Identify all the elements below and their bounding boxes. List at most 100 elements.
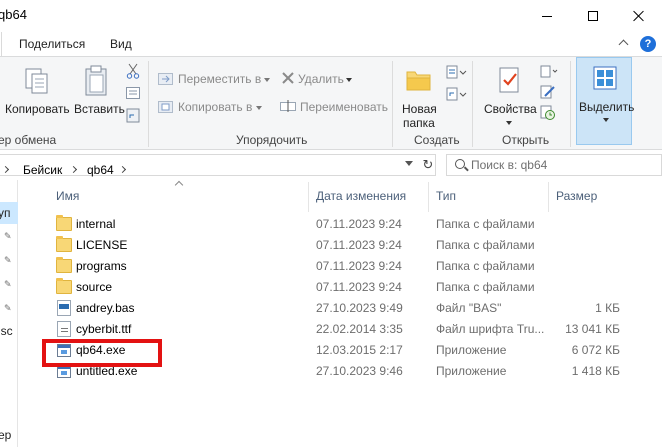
ribbon: Копировать Вставить ер обмена Переместит… [0, 56, 662, 150]
tab-view[interactable]: Вид [110, 37, 132, 51]
rename-button[interactable]: Переименовать [278, 97, 388, 117]
pin-icon: ✎ [4, 231, 12, 241]
file-date: 22.02.2014 3:35 [316, 322, 403, 336]
bas-file-icon [57, 300, 71, 316]
column-divider[interactable] [428, 182, 429, 212]
delete-icon [282, 72, 294, 84]
search-placeholder: Поиск в: qb64 [471, 158, 548, 172]
rename-icon [280, 100, 296, 112]
pin-icon: ✎ [4, 303, 12, 313]
maximize-icon [588, 11, 598, 21]
navigation-pane: уп ✎ ✎ ✎ ✎ jsc ер [0, 180, 18, 447]
file-size: 1 КБ [595, 301, 620, 315]
highlight-box [42, 339, 162, 367]
ribbon-separator [472, 61, 473, 147]
edit-icon[interactable] [540, 85, 556, 99]
file-date: 12.03.2015 2:17 [316, 343, 403, 357]
file-size: 6 072 КБ [571, 343, 620, 357]
nav-item[interactable]: ер [0, 428, 11, 442]
file-row[interactable]: cyberbit.ttf 22.02.2014 3:35 Файл шрифта… [18, 319, 662, 340]
nav-item[interactable]: уп [0, 206, 11, 220]
cut-icon[interactable] [126, 63, 140, 79]
copy-to-icon [158, 101, 173, 113]
new-folder-label-line1: Новая [402, 102, 437, 116]
minimize-icon [542, 15, 552, 17]
copy-button[interactable]: Копировать [4, 61, 70, 117]
properties-button[interactable]: Свойства [478, 61, 540, 127]
column-divider[interactable] [308, 182, 309, 212]
file-date: 27.10.2023 9:46 [316, 364, 403, 378]
column-header-size[interactable]: Размер [556, 189, 597, 203]
file-date: 07.11.2023 9:24 [316, 280, 402, 294]
open-icon[interactable] [540, 65, 560, 79]
breadcrumb-item[interactable]: Бейсик [23, 163, 62, 177]
tab-separator [0, 32, 2, 56]
file-name: source [76, 280, 113, 294]
tab-share[interactable]: Поделиться [19, 37, 85, 51]
chevron-right-icon [118, 165, 127, 174]
file-row[interactable]: internal 07.11.2023 9:24 Папка с файлами [18, 214, 662, 235]
copy-to-button[interactable]: Копировать в [156, 97, 268, 117]
breadcrumb-item[interactable]: qb64 [87, 163, 114, 177]
new-folder-icon [406, 71, 431, 91]
select-icon [593, 66, 617, 90]
create-group-label: Создать [414, 133, 460, 147]
copy-icon [25, 68, 48, 94]
file-type: Файл "BAS" [436, 301, 502, 315]
paste-shortcut-icon[interactable] [126, 107, 140, 123]
file-type: Приложение [436, 343, 507, 357]
address-bar-row: Бейсик qb64 ↻ Поиск в: qb64 [0, 150, 662, 180]
properties-dropdown-icon [506, 121, 512, 125]
move-to-icon [158, 73, 173, 85]
delete-button[interactable]: Удалить [278, 69, 358, 89]
address-bar[interactable]: Бейсик qb64 [0, 154, 436, 177]
file-name: programs [76, 259, 127, 273]
delete-label: Удалить [298, 72, 344, 86]
file-row[interactable]: source 07.11.2023 9:24 Папка с файлами [18, 277, 662, 298]
file-row[interactable]: andrey.bas 27.10.2023 9:49 Файл "BAS" 1 … [18, 298, 662, 319]
history-icon[interactable] [540, 105, 556, 121]
title-bar: qb64 [0, 0, 662, 32]
move-to-button[interactable]: Переместить в [156, 69, 270, 89]
delete-dropdown-icon [346, 78, 352, 82]
maximize-button[interactable] [570, 0, 616, 32]
file-size: 1 418 КБ [571, 364, 620, 378]
move-to-label: Переместить в [178, 72, 262, 86]
file-list: Имя Дата изменения Тип Размер internal 0… [18, 180, 662, 447]
file-date: 07.11.2023 9:24 [316, 238, 402, 252]
folder-icon [56, 257, 72, 273]
properties-icon [499, 67, 519, 93]
copy-label: Копировать [5, 102, 70, 116]
paste-button[interactable]: Вставить [72, 61, 125, 117]
open-group-label: Открыть [502, 133, 550, 147]
column-divider[interactable] [548, 182, 549, 212]
clipboard-group-label: ер обмена [0, 133, 57, 147]
new-folder-button[interactable]: Новая папка [398, 61, 442, 130]
sort-ascending-icon [174, 180, 184, 190]
search-box[interactable]: Поиск в: qb64 [446, 154, 662, 176]
column-header-name[interactable]: Имя [56, 189, 79, 203]
column-header-type[interactable]: Тип [436, 189, 456, 203]
refresh-icon[interactable]: ↻ [420, 157, 436, 173]
nav-item[interactable]: jsc [0, 324, 13, 338]
ribbon-separator [392, 61, 393, 147]
paste-label: Вставить [74, 102, 125, 116]
chevron-right-icon [1, 165, 10, 174]
collapse-ribbon-icon[interactable] [618, 39, 629, 50]
file-row[interactable]: programs 07.11.2023 9:24 Папка с файлами [18, 256, 662, 277]
chevron-right-icon [69, 165, 78, 174]
file-row[interactable]: LICENSE 07.11.2023 9:24 Папка с файлами [18, 235, 662, 256]
select-button[interactable]: Выделить [576, 57, 634, 145]
copy-path-icon[interactable] [126, 87, 140, 99]
address-history-dropdown-icon[interactable] [405, 161, 413, 166]
file-type: Папка с файлами [436, 217, 535, 231]
ribbon-separator [570, 61, 571, 147]
easy-access-icon[interactable] [446, 87, 468, 103]
close-icon [633, 10, 645, 22]
help-icon[interactable]: ? [640, 36, 656, 52]
close-button[interactable] [616, 0, 662, 32]
folder-icon [56, 236, 72, 252]
column-header-date[interactable]: Дата изменения [316, 189, 406, 203]
new-item-icon[interactable] [446, 65, 468, 81]
minimize-button[interactable] [524, 0, 570, 32]
